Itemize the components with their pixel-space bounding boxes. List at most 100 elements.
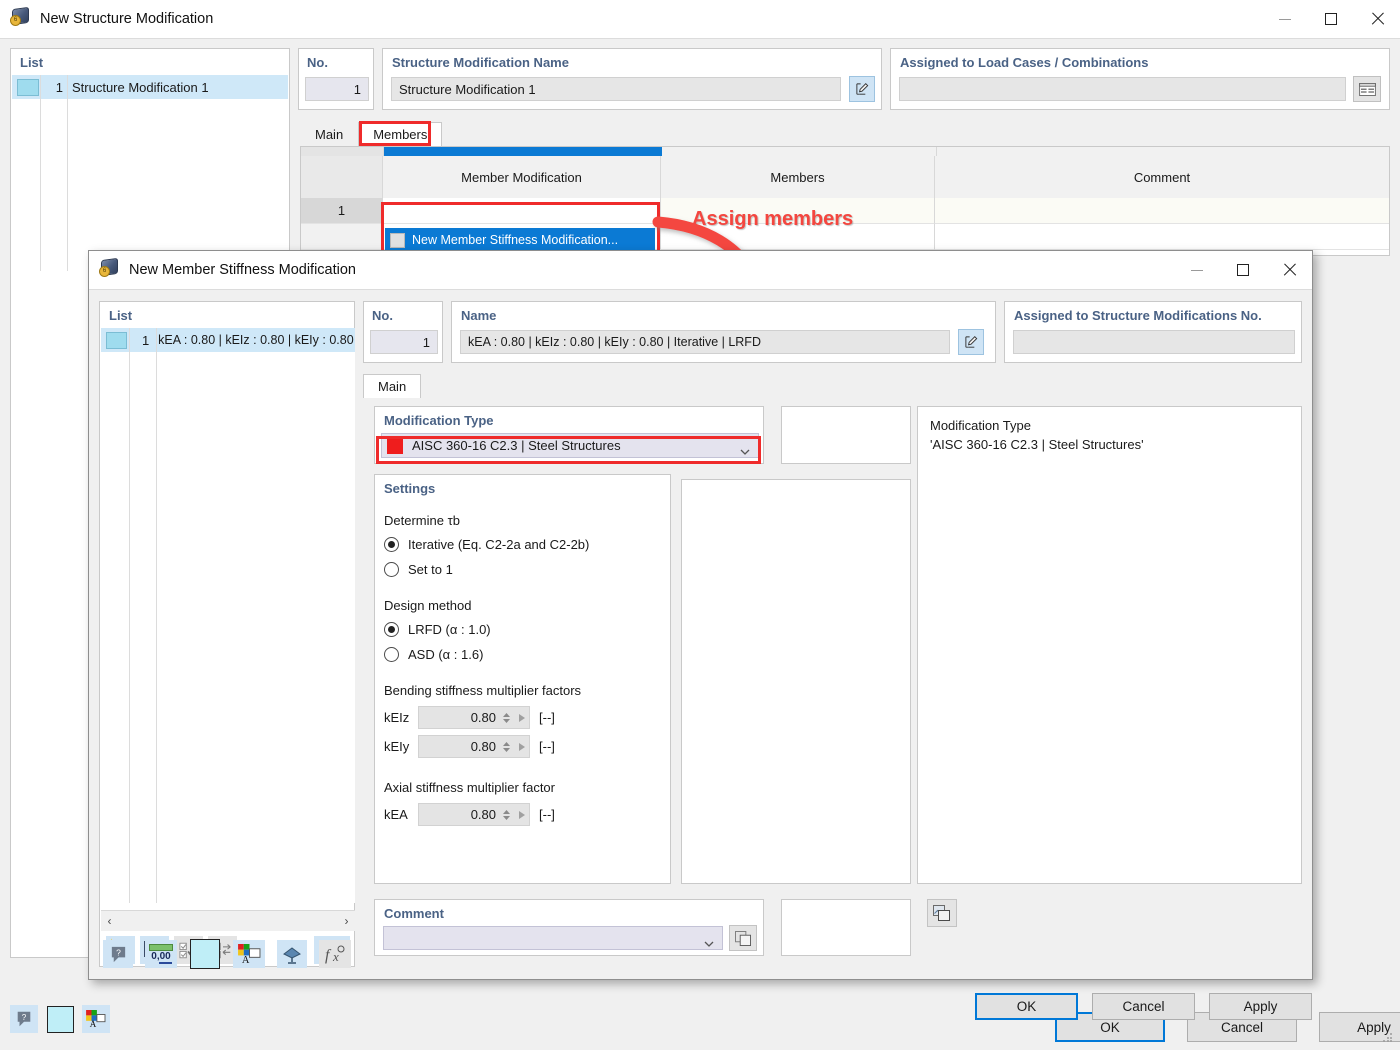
outer-dialog-titlebar[interactable]: 6 New Structure Modification: [0, 0, 1400, 39]
inner-help-button[interactable]: ?: [103, 940, 133, 968]
inner-ok-button[interactable]: OK: [975, 993, 1078, 1020]
tab-main-label: Main: [315, 127, 344, 142]
chevron-left-icon[interactable]: ‹: [101, 911, 118, 931]
outer-no-value[interactable]: 1: [305, 77, 369, 101]
outer-cancel-label: Cancel: [1220, 1019, 1264, 1035]
outer-assigned-input[interactable]: [899, 77, 1346, 101]
decimal-places-label: 0,00: [151, 951, 171, 963]
rfem-globe-icon: 6: [99, 257, 121, 281]
tab-main[interactable]: Main: [300, 122, 358, 146]
outer-assigned-picker-button[interactable]: [1353, 76, 1381, 102]
render-view-button[interactable]: [277, 940, 307, 968]
color-swatch-icon: [46, 1005, 74, 1033]
inner-apply-button[interactable]: Apply: [1209, 993, 1312, 1020]
inner-name-input[interactable]: kEA : 0.80 | kEIz : 0.80 | kEIy : 0.80 |…: [460, 330, 950, 354]
outer-name-edit-button[interactable]: [849, 76, 875, 102]
row-member-modification-cell[interactable]: [383, 198, 661, 224]
svg-text:A: A: [90, 1019, 97, 1028]
inner-maximize-button[interactable]: [1220, 251, 1266, 289]
table-col-members[interactable]: Members: [661, 156, 935, 198]
kea-input[interactable]: 0.80: [418, 803, 530, 826]
comment-copy-button[interactable]: [729, 925, 757, 951]
inner-list-hscrollbar[interactable]: ‹ ›: [101, 910, 355, 931]
kea-unit: [--]: [539, 807, 555, 822]
keiy-stepper[interactable]: [502, 741, 513, 753]
outer-assigned-panel: Assigned to Load Cases / Combinations: [890, 48, 1390, 110]
empty-index-cell: [301, 224, 383, 250]
outer-ok-label: OK: [1100, 1019, 1120, 1035]
chevron-right-icon[interactable]: ›: [338, 911, 355, 931]
inner-tab-main-label: Main: [378, 379, 407, 394]
outer-list-grid[interactable]: 1 Structure Modification 1: [12, 75, 288, 271]
empty-comment-cell[interactable]: [935, 224, 1389, 250]
keiz-stepper[interactable]: [502, 712, 513, 724]
svg-text:f: f: [325, 947, 332, 964]
keiz-input[interactable]: 0.80: [418, 706, 530, 729]
row-comment-cell[interactable]: [935, 198, 1389, 224]
radio-iterative[interactable]: Iterative (Eq. C2-2a and C2-2b): [384, 537, 661, 552]
inner-dialog-titlebar[interactable]: 6 New Member Stiffness Modification: [89, 251, 1312, 290]
settings-side-panel: [681, 479, 911, 884]
tab-members[interactable]: Members: [358, 122, 443, 146]
table-col-comment[interactable]: Comment: [935, 156, 1389, 198]
row-index-cell: 1: [301, 198, 383, 224]
inner-tab-main[interactable]: Main: [363, 374, 422, 398]
outer-assigned-header: Assigned to Load Cases / Combinations: [900, 55, 1149, 70]
inner-font-color-button[interactable]: A: [233, 940, 265, 968]
selected-column-indicator: [384, 147, 662, 156]
formula-button[interactable]: f x: [319, 940, 351, 968]
outer-name-input[interactable]: Structure Modification 1: [391, 77, 841, 101]
inner-minimize-button[interactable]: [1174, 251, 1220, 289]
comment-panel: Comment: [374, 899, 764, 956]
minimize-icon: [1191, 269, 1203, 271]
outer-name-value: Structure Modification 1: [399, 81, 536, 97]
resize-grip-icon[interactable]: [1382, 1032, 1394, 1044]
list-item[interactable]: 1 kEA : 0.80 | kEIz : 0.80 | kEIy : 0.80…: [101, 328, 355, 352]
inner-list-grid[interactable]: 1 kEA : 0.80 | kEIz : 0.80 | kEIy : 0.80…: [101, 328, 355, 903]
radio-lrfd[interactable]: LRFD (α : 1.0): [384, 622, 661, 637]
field-kea: kEA 0.80 [--]: [384, 803, 661, 826]
inner-dialog-new-member-stiffness-modification: 6 New Member Stiffness Modification List…: [88, 250, 1313, 980]
modification-type-combobox[interactable]: AISC 360-16 C2.3 | Steel Structures: [381, 433, 759, 458]
radio-asd[interactable]: ASD (α : 1.6): [384, 647, 661, 662]
radio-iterative-label: Iterative (Eq. C2-2a and C2-2b): [408, 537, 590, 552]
outer-help-button[interactable]: ?: [10, 1005, 38, 1033]
inner-no-header: No.: [372, 308, 393, 323]
color-swatch-icon: [106, 331, 127, 349]
keiy-input[interactable]: 0.80: [418, 735, 530, 758]
outer-no-text: 1: [353, 81, 361, 97]
kea-apply-arrow-icon[interactable]: [515, 810, 529, 820]
keiz-apply-arrow-icon[interactable]: [515, 713, 529, 723]
outer-tabstrip: Main Members: [300, 121, 1390, 146]
svg-text:?: ?: [116, 947, 121, 957]
inner-dialog-action-buttons: OK Cancel Apply: [975, 993, 1312, 1020]
inner-cancel-label: Cancel: [1122, 999, 1165, 1014]
outer-color-button[interactable]: [46, 1005, 74, 1033]
inner-cancel-button[interactable]: Cancel: [1092, 993, 1195, 1020]
close-button[interactable]: [1354, 0, 1400, 38]
inner-name-edit-button[interactable]: [958, 329, 984, 355]
inner-color-button[interactable]: [189, 939, 221, 969]
info-copy-button[interactable]: [927, 899, 957, 927]
decimal-places-button[interactable]: 0,00: [145, 940, 177, 968]
table-col-member-modification[interactable]: Member Modification: [383, 156, 661, 198]
comment-combobox[interactable]: [383, 926, 723, 950]
list-item[interactable]: 1 Structure Modification 1: [12, 75, 288, 99]
inner-close-button[interactable]: [1266, 251, 1312, 289]
inner-no-text: 1: [422, 334, 430, 350]
radio-set-to-1[interactable]: Set to 1: [384, 562, 661, 577]
outer-font-color-button[interactable]: A: [82, 1005, 110, 1033]
inner-no-value[interactable]: 1: [370, 330, 438, 354]
rfem-globe-icon: 6: [10, 6, 32, 30]
maximize-button[interactable]: [1308, 0, 1354, 38]
keiy-apply-arrow-icon[interactable]: [515, 742, 529, 752]
info-panel: Modification Type 'AISC 360-16 C2.3 | St…: [917, 406, 1302, 884]
inner-assigned-input[interactable]: [1013, 330, 1295, 354]
inner-name-panel: Name kEA : 0.80 | kEIz : 0.80 | kEIy : 0…: [451, 301, 996, 363]
minimize-button[interactable]: [1262, 0, 1308, 38]
dropdown-item-new-member-stiffness-modification[interactable]: New Member Stiffness Modification...: [385, 228, 655, 252]
copy-image-icon: [933, 905, 950, 921]
list-item-number: 1: [141, 332, 150, 348]
kea-stepper[interactable]: [502, 809, 513, 821]
radio-lrfd-label: LRFD (α : 1.0): [408, 622, 491, 637]
